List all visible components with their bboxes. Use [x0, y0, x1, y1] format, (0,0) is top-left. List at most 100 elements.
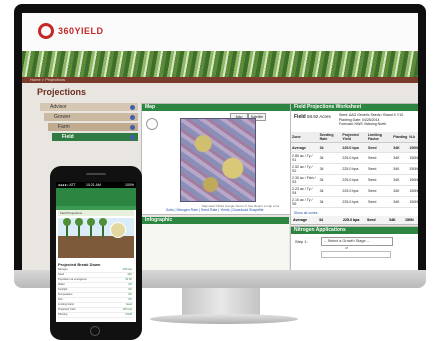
table-cell-planting: 34K — [392, 152, 409, 164]
table-cell-seeding: 34 — [318, 142, 342, 153]
column-header[interactable]: Projected Yield — [341, 132, 367, 143]
expand-icon[interactable] — [130, 114, 135, 120]
logo-icon[interactable] — [38, 23, 54, 39]
nitrogen-panel: Nitrogen Applications Step 1: -- Select … — [290, 226, 418, 270]
table-cell-yield: 225.0 bpa — [341, 185, 367, 197]
logo-text[interactable]: 360YIELD — [58, 26, 104, 36]
list-item-label: Nitrogen — [58, 268, 68, 271]
worksheet-panel: Field Projections Worksheet Field 58.92 … — [290, 103, 418, 225]
tree-item-label: Field — [62, 134, 74, 140]
zones-table: Zone Seeding Rate Projected Yield Limiting … — [291, 132, 418, 208]
growth-stage-select[interactable]: -- Select a Growth Stage -- — [321, 237, 393, 246]
table-row[interactable]: Average 34 225.0 bpa Seed 34K 150N — [291, 142, 418, 153]
table-cell-factor: Seed — [366, 185, 393, 197]
list-item-value: 225 bpa — [122, 268, 132, 271]
list-item-label: Planting — [58, 313, 68, 316]
list-item-label: Projected Yield — [58, 308, 76, 311]
logo-number: 360 — [58, 26, 75, 36]
table-cell-zone: 2.30 ac / Fish / S3 — [291, 174, 319, 186]
map-panel: Map Map Satellite Map data ©2014 Google … — [141, 103, 291, 215]
nitrogen-title: Nitrogen Applications — [294, 227, 346, 233]
home-button[interactable] — [90, 326, 100, 336]
breadcrumb[interactable]: Home > Projections — [30, 77, 65, 83]
list-item-label: Population at emergence — [58, 278, 87, 281]
table-row[interactable]: 2.30 ac / Fish / S3 34 225.0 bpa Seed 34K 150… — [291, 174, 418, 186]
site-header: 360YIELD — [22, 13, 418, 51]
avg-factor: Seed — [367, 218, 376, 222]
corn-banner-image — [22, 51, 418, 77]
tree-item-field[interactable]: Field — [52, 133, 138, 141]
list-item-label: Water — [58, 283, 65, 286]
worksheet-title: Field Projections Worksheet — [294, 104, 362, 110]
table-cell-nk: 150N — [408, 196, 418, 208]
table-cell-planting: 34K — [392, 185, 409, 197]
table-cell-yield: 225.0 bpa — [341, 152, 367, 164]
phone-infographic — [58, 218, 134, 258]
table-cell-nk: 150N — [408, 185, 418, 197]
field-label: Field — [294, 114, 306, 120]
list-item-value: OK — [128, 288, 132, 291]
table-cell-seeding: 34 — [318, 163, 342, 175]
table-row[interactable]: 2.10 ac / Ty / S5 34 225.0 bpa Seed 34K 150N — [291, 196, 418, 208]
table-row[interactable]: 2.80 ac / Ty / S1 34 225.0 bpa Seed 34K 150N — [291, 152, 418, 164]
column-header[interactable]: Limiting Factor — [366, 132, 393, 143]
corn-plant-icon — [99, 218, 107, 238]
nav-bar — [22, 77, 418, 83]
list-item-value: 34K — [127, 273, 132, 276]
table-cell-planting: 34K — [392, 142, 409, 153]
date-input[interactable] — [321, 251, 391, 258]
list-item-value: OK — [128, 298, 132, 301]
column-header[interactable]: N-k — [408, 132, 418, 143]
table-cell-planting: 34K — [392, 174, 409, 186]
table-row[interactable]: 2.52 ac / Ty / S2 34 225.0 bpa Seed 34K 150N — [291, 163, 418, 175]
table-cell-yield: 225.0 bpa — [341, 174, 367, 186]
step-label: Step 1: — [295, 239, 308, 244]
monitor-stand — [182, 288, 260, 316]
infographic-body — [141, 224, 289, 270]
table-header-row: Zone Seeding Rate Projected Yield Limiting … — [291, 132, 418, 143]
expand-icon[interactable] — [130, 124, 135, 130]
table-cell-yield: 225.0 bpa — [341, 142, 367, 153]
table-cell-factor: Seed — [366, 174, 393, 186]
tree-item-farm[interactable]: Farm — [48, 123, 138, 131]
table-cell-seeding: 34 — [318, 174, 342, 186]
tree-item-label: Farm — [58, 124, 70, 130]
avg-nk: 150N — [405, 218, 414, 222]
page-title: Projections — [37, 87, 87, 97]
table-cell-seeding: 34 — [318, 152, 342, 164]
yield-gauge-icon — [110, 222, 126, 238]
field-soil-map[interactable] — [180, 118, 256, 202]
list-item-value: OK — [128, 293, 132, 296]
logo-word: YIELD — [74, 26, 104, 36]
table-cell-factor: Seed — [366, 152, 393, 164]
phone-speaker — [86, 173, 106, 175]
column-header[interactable]: Planting — [392, 132, 409, 143]
infographic-title: Infographic — [145, 217, 173, 223]
phone-screen: ●●●●○ ATT 10:21 AM 100% Field Projection… — [56, 182, 136, 322]
tree-item-grower[interactable]: Grower — [44, 113, 138, 121]
table-cell-seeding: 34 — [318, 196, 342, 208]
column-header[interactable]: Seeding Rate — [318, 132, 342, 143]
expand-icon[interactable] — [130, 134, 135, 140]
table-cell-zone: 2.52 ac / Ty / S2 — [291, 163, 319, 175]
map-layer-links[interactable]: Soils | Nitrogen Rate | Seed Rate | Yiel… — [166, 208, 264, 212]
map-pan-control-icon[interactable] — [146, 118, 158, 130]
forecast-info: Forecast: NWS Vicksing North — [339, 122, 387, 126]
corn-plant-icon — [63, 218, 71, 238]
table-cell-zone: 2.10 ac / Ty / S5 — [291, 196, 319, 208]
expand-icon[interactable] — [130, 104, 135, 110]
phone-device: ●●●●○ ATT 10:21 AM 100% Field Projection… — [50, 166, 142, 340]
field-info: Seed: AAG Generic Seeds / Brand X Y10 Pl… — [339, 113, 403, 127]
avg-planting: 34K — [389, 218, 396, 222]
avg-zone: Average — [293, 218, 308, 222]
table-cell-factor: Seed — [366, 196, 393, 208]
table-row[interactable]: 2.23 ac / Ty / S4 34 225.0 bpa Seed 34K 150N — [291, 185, 418, 197]
tree-item-advisor[interactable]: Advisor — [40, 103, 138, 111]
table-cell-zone: Average — [291, 142, 319, 153]
table-cell-yield: 225.0 bpa — [341, 196, 367, 208]
show-all-link[interactable]: Show all zones — [294, 211, 318, 215]
list-item-label: Limiting factor — [58, 303, 75, 306]
or-label: or — [345, 246, 349, 250]
column-header[interactable]: Zone — [291, 132, 319, 143]
list-item-value: 04/28 — [125, 313, 133, 316]
